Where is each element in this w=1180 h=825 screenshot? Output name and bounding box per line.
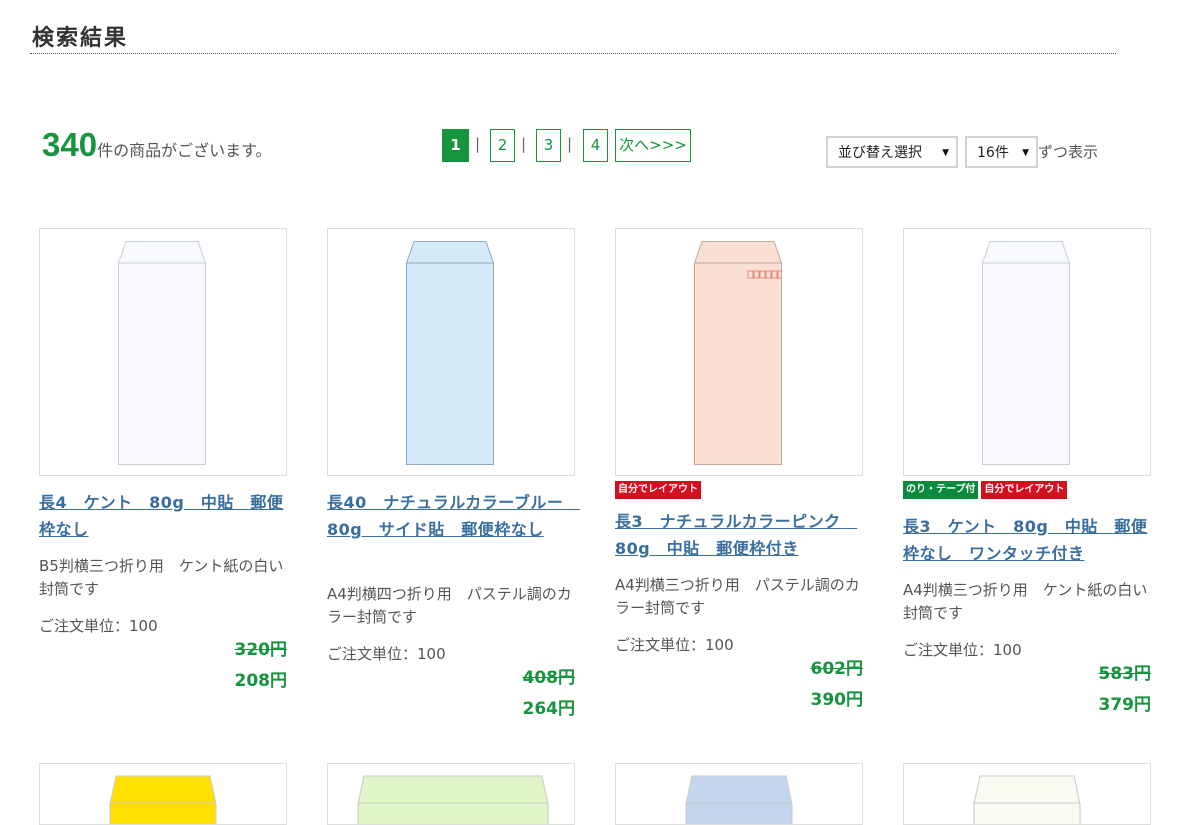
pagination-separator: |	[567, 135, 573, 153]
product-name-link[interactable]: 長4 ケント 80g 中貼 郵便枠なし	[39, 489, 284, 543]
product-image[interactable]	[327, 763, 575, 825]
product-badges: のり・テープ付 自分でレイアウト	[903, 477, 1070, 499]
product-card: 長4 ケント 80g 中貼 郵便枠なし B5判横三つ折り用 ケント紙の白い封筒です…	[39, 228, 287, 691]
order-unit: ご注文単位：100	[39, 617, 158, 635]
product-name-link[interactable]: 長3 ケント 80g 中貼 郵便枠なし ワンタッチ付き	[903, 513, 1148, 567]
sale-price: 390円	[810, 690, 864, 710]
dropdown-arrow-icon: ▼	[942, 148, 949, 158]
per-page-select-value: 16件	[977, 145, 1009, 161]
dropdown-arrow-icon: ▼	[1022, 148, 1029, 158]
page-title: 検索結果	[32, 26, 129, 51]
result-count-text: 件の商品がございます。	[97, 141, 272, 160]
sale-price: 264円	[522, 699, 576, 719]
original-price: 320円	[234, 640, 288, 660]
product-description: A4判横三つ折り用 パステル調のカラー封筒です	[615, 576, 860, 617]
order-unit: ご注文単位：100	[903, 641, 1022, 659]
per-page-suffix: ずつ表示	[1038, 143, 1099, 161]
envelope-image-icon	[118, 241, 206, 465]
order-unit: ご注文単位：100	[327, 645, 446, 663]
page-link-2[interactable]: 2	[490, 129, 515, 162]
product-image[interactable]	[903, 763, 1151, 825]
product-image[interactable]	[903, 228, 1151, 476]
envelope-image-icon	[357, 775, 549, 824]
original-price: 408円	[522, 668, 576, 688]
envelope-image-icon	[406, 241, 494, 465]
product-image[interactable]	[39, 763, 287, 825]
page-link-3[interactable]: 3	[536, 129, 561, 162]
envelope-image-icon	[982, 241, 1070, 465]
pagination-separator: |	[475, 135, 481, 153]
envelope-image-icon	[685, 775, 793, 824]
page-link-1[interactable]: 1	[442, 129, 469, 162]
sale-price: 379円	[1098, 695, 1152, 715]
product-description: A4判横四つ折り用 パステル調のカラー封筒です	[327, 585, 572, 626]
page-link-4[interactable]: 4	[583, 129, 608, 162]
next-page-link[interactable]: 次へ>>>	[615, 129, 691, 162]
sale-price: 208円	[234, 671, 288, 691]
product-description: A4判横三つ折り用 ケント紙の白い封筒です	[903, 581, 1148, 622]
product-image[interactable]	[615, 763, 863, 825]
pagination-separator: |	[521, 135, 527, 153]
product-card: 長40 ナチュラルカラーブルー 80g サイド貼 郵便枠なし A4判横四つ折り用 …	[327, 228, 579, 719]
product-description: B5判横三つ折り用 ケント紙の白い封筒です	[39, 557, 284, 598]
result-count-number: 340	[42, 126, 98, 163]
original-price: 583円	[1098, 664, 1152, 684]
result-count: 340件の商品がございます。	[42, 126, 271, 164]
product-card: のり・テープ付 自分でレイアウト長3 ケント 80g 中貼 郵便枠なし ワンタッチ…	[903, 228, 1151, 715]
product-image[interactable]	[615, 228, 863, 476]
product-image[interactable]	[39, 228, 287, 476]
product-card: 自分でレイアウト長3 ナチュラルカラーピンク 80g 中貼 郵便枠付き A4判横三…	[615, 228, 863, 710]
product-badge: のり・テープ付	[903, 481, 979, 499]
product-image[interactable]	[327, 228, 575, 476]
envelope-image-icon	[109, 775, 217, 824]
per-page-select[interactable]: 16件 ▼	[965, 136, 1038, 168]
original-price: 602円	[810, 659, 864, 679]
sort-select[interactable]: 並び替え選択 ▼	[826, 136, 958, 168]
envelope-image-icon	[973, 775, 1081, 824]
order-unit: ご注文単位：100	[615, 636, 734, 654]
product-name-link[interactable]: 長3 ナチュラルカラーピンク 80g 中貼 郵便枠付き	[615, 508, 860, 562]
product-badge: 自分でレイアウト	[981, 481, 1068, 499]
product-badge: 自分でレイアウト	[615, 481, 701, 499]
envelope-image-icon	[694, 241, 782, 465]
product-badges: 自分でレイアウト	[615, 477, 704, 499]
sort-select-value: 並び替え選択	[838, 145, 922, 161]
title-divider	[30, 53, 1116, 54]
product-name-link[interactable]: 長40 ナチュラルカラーブルー 80g サイド貼 郵便枠なし	[327, 489, 579, 543]
